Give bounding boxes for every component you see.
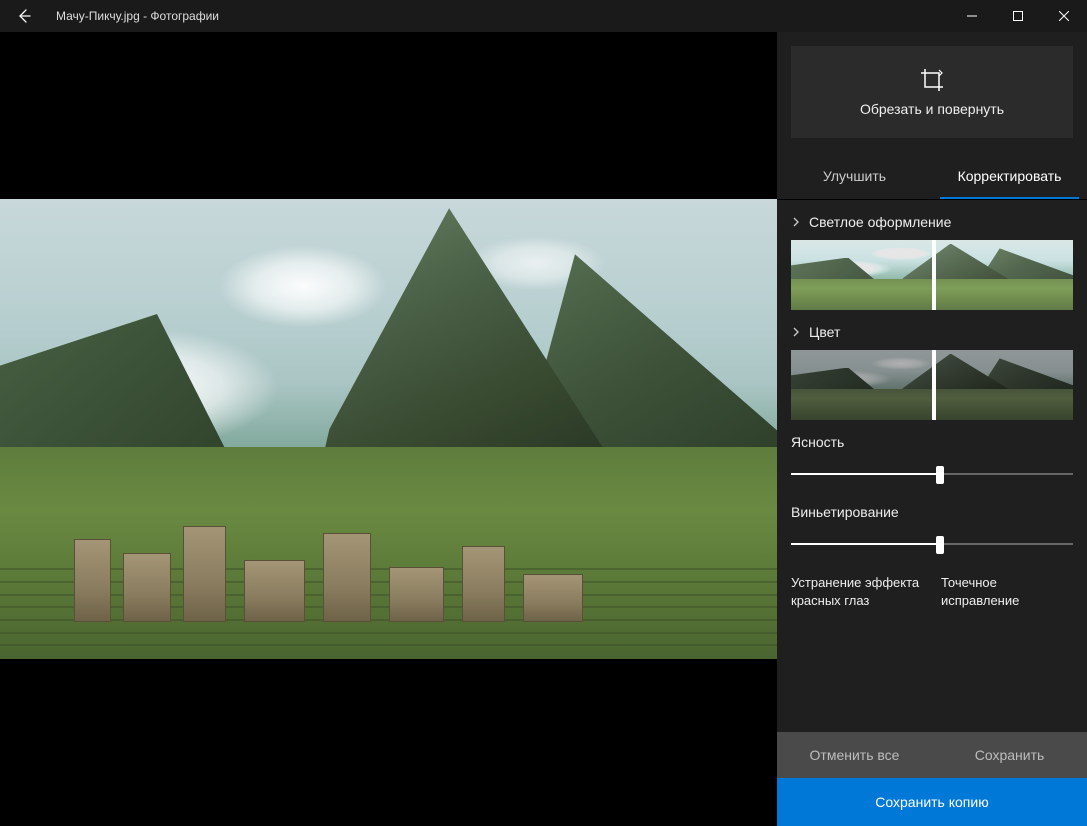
clarity-slider[interactable] bbox=[791, 464, 1073, 484]
canvas-area[interactable] bbox=[0, 32, 777, 826]
vignette-slider-thumb[interactable] bbox=[936, 536, 944, 554]
save-button[interactable]: Сохранить bbox=[932, 732, 1087, 778]
close-button[interactable] bbox=[1041, 0, 1087, 32]
tab-adjust[interactable]: Корректировать bbox=[932, 152, 1087, 199]
crop-rotate-button[interactable]: Обрезать и повернуть bbox=[791, 46, 1073, 138]
window-controls bbox=[949, 0, 1087, 32]
close-icon bbox=[1059, 11, 1069, 21]
vignette-slider[interactable] bbox=[791, 534, 1073, 554]
light-strip-marker[interactable] bbox=[932, 240, 936, 310]
color-preview-strip[interactable] bbox=[791, 350, 1073, 420]
vignette-slider-block: Виньетирование bbox=[791, 490, 1073, 560]
tab-enhance[interactable]: Улучшить bbox=[777, 152, 932, 199]
edit-panel: Обрезать и повернуть Улучшить Корректиро… bbox=[777, 32, 1087, 826]
back-button[interactable] bbox=[0, 0, 48, 32]
app-window: Мачу-Пикчу.jpg - Фотографии bbox=[0, 0, 1087, 826]
spot-fix-tool[interactable]: Точечное исправление bbox=[941, 574, 1073, 609]
save-copy-button[interactable]: Сохранить копию bbox=[777, 778, 1087, 826]
section-color-label: Цвет bbox=[809, 324, 840, 340]
arrow-left-icon bbox=[16, 8, 32, 24]
panel-scroll[interactable]: Светлое оформление Цвет bbox=[777, 200, 1087, 732]
section-light-header[interactable]: Светлое оформление bbox=[791, 200, 1073, 240]
color-strip-marker[interactable] bbox=[932, 350, 936, 420]
maximize-button[interactable] bbox=[995, 0, 1041, 32]
clarity-slider-block: Ясность bbox=[791, 420, 1073, 490]
maximize-icon bbox=[1013, 11, 1023, 21]
red-eye-tool[interactable]: Устранение эффекта красных глаз bbox=[791, 574, 923, 609]
undo-all-button[interactable]: Отменить все bbox=[777, 732, 932, 778]
chevron-right-icon bbox=[791, 217, 801, 227]
app-body: Обрезать и повернуть Улучшить Корректиро… bbox=[0, 32, 1087, 826]
crop-rotate-label: Обрезать и повернуть bbox=[860, 101, 1004, 117]
section-color-header[interactable]: Цвет bbox=[791, 310, 1073, 350]
minimize-button[interactable] bbox=[949, 0, 995, 32]
light-preview-strip[interactable] bbox=[791, 240, 1073, 310]
tools-row: Устранение эффекта красных глаз Точечное… bbox=[791, 560, 1073, 613]
titlebar: Мачу-Пикчу.jpg - Фотографии bbox=[0, 0, 1087, 32]
window-title: Мачу-Пикчу.jpg - Фотографии bbox=[48, 9, 949, 23]
vignette-label: Виньетирование bbox=[791, 504, 1073, 520]
minimize-icon bbox=[967, 11, 977, 21]
clarity-slider-thumb[interactable] bbox=[936, 466, 944, 484]
photo-preview bbox=[0, 199, 777, 659]
crop-icon bbox=[919, 67, 945, 93]
bottom-buttons: Отменить все Сохранить bbox=[777, 732, 1087, 778]
clarity-label: Ясность bbox=[791, 434, 1073, 450]
section-light-label: Светлое оформление bbox=[809, 214, 951, 230]
chevron-right-icon bbox=[791, 327, 801, 337]
edit-tabs: Улучшить Корректировать bbox=[777, 152, 1087, 200]
